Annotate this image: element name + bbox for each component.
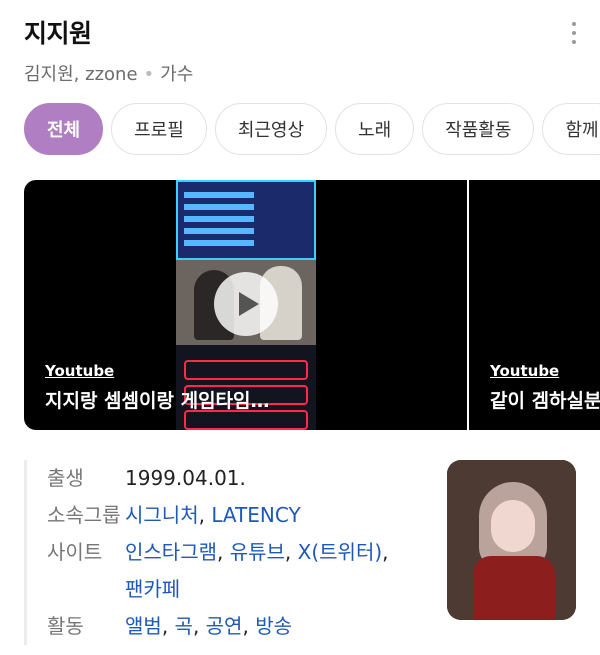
profile-subtitle: 김지원, zzone • 가수 [24, 60, 600, 86]
play-icon[interactable] [214, 272, 278, 336]
tab-together[interactable]: 함께 [542, 103, 600, 155]
video-card[interactable]: Youtube 같이 겜하실분 [469, 180, 600, 430]
group-link[interactable]: 시그니처 [125, 503, 199, 527]
site-link-x[interactable]: X(트위터) [298, 540, 383, 564]
page-title: 지지원 [24, 19, 92, 48]
activity-link-album[interactable]: 앨범 [125, 614, 162, 638]
video-source: Youtube [45, 362, 115, 380]
activity-link-performance[interactable]: 공연 [206, 614, 243, 638]
info-row-site: 사이트 인스타그램, 유튜브, X(트위터), 팬카페 [47, 534, 447, 608]
tab-works[interactable]: 작품활동 [422, 103, 535, 155]
activity-label: 활동 [47, 614, 84, 638]
more-options-icon[interactable] [568, 22, 580, 44]
tab-profile[interactable]: 프로필 [111, 103, 207, 155]
info-row-group: 소속그룹 시그니처, LATENCY [47, 497, 447, 534]
profile-info: 출생 1999.04.01. 소속그룹 시그니처, LATENCY 사이트 인스… [24, 460, 447, 645]
profile-photo[interactable] [447, 460, 576, 620]
video-carousel: Youtube 지지랑 셈셈이랑 게임타임… Youtube 같이 겜하실분 [24, 180, 600, 430]
activity-link-broadcast[interactable]: 방송 [255, 614, 292, 638]
info-row-activity: 활동 앨범, 곡, 공연, 방송 [47, 608, 447, 645]
info-row-birth: 출생 1999.04.01. [47, 460, 447, 497]
video-card[interactable]: Youtube 지지랑 셈셈이랑 게임타임… [24, 180, 467, 430]
occupation: 가수 [160, 64, 194, 85]
category-tabs: 전체 프로필 최근영상 노래 작품활동 함께 [24, 103, 600, 155]
birth-value: 1999.04.01. [125, 466, 246, 490]
site-link-youtube[interactable]: 유튜브 [230, 540, 285, 564]
site-label: 사이트 [47, 540, 103, 564]
group-link[interactable]: LATENCY [211, 503, 300, 527]
aliases: 김지원, zzone [24, 64, 138, 85]
tab-songs[interactable]: 노래 [335, 103, 415, 155]
group-label: 소속그룹 [47, 503, 121, 527]
video-title: 지지랑 셈셈이랑 게임타임… [45, 390, 270, 412]
site-link-fancafe[interactable]: 팬카페 [125, 577, 180, 601]
video-title: 같이 겜하실분 [490, 390, 600, 412]
site-link-instagram[interactable]: 인스타그램 [125, 540, 217, 564]
birth-label: 출생 [47, 466, 84, 490]
profile-header: 지지원 김지원, zzone • 가수 [24, 14, 600, 94]
tab-recent-videos[interactable]: 최근영상 [214, 103, 328, 155]
video-source: Youtube [490, 362, 560, 380]
activity-link-song[interactable]: 곡 [175, 614, 193, 638]
tab-all[interactable]: 전체 [24, 103, 104, 155]
separator-dot: • [143, 64, 155, 85]
